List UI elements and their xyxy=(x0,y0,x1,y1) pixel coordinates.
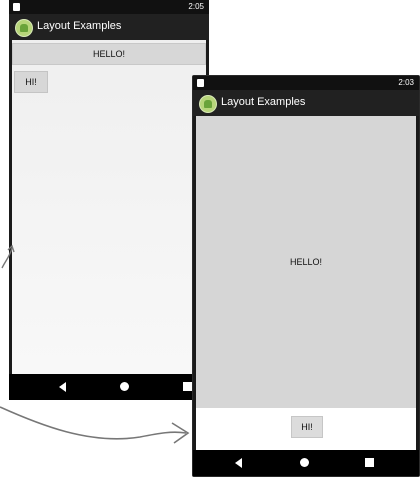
android-logo-icon xyxy=(15,19,33,37)
app-bar: Layout Examples xyxy=(193,90,419,116)
back-icon[interactable] xyxy=(59,382,66,392)
layout-content: HELLO! HI! xyxy=(196,116,416,450)
recent-apps-icon[interactable] xyxy=(183,382,192,391)
android-logo-icon xyxy=(199,95,217,113)
home-icon[interactable] xyxy=(120,382,129,391)
status-time: 2:03 xyxy=(398,78,414,87)
sim-icon xyxy=(13,3,20,11)
hi-button[interactable]: HI! xyxy=(14,71,48,93)
app-title: Layout Examples xyxy=(221,96,306,108)
status-bar: 2:05 xyxy=(9,0,209,14)
phone-screen-after: 2:03 Layout Examples HELLO! HI! xyxy=(192,75,420,477)
status-time: 2:05 xyxy=(188,2,204,11)
hi-button[interactable]: HI! xyxy=(291,416,323,438)
status-bar: 2:03 xyxy=(193,76,419,90)
back-icon[interactable] xyxy=(235,458,242,468)
home-icon[interactable] xyxy=(300,458,309,467)
sim-icon xyxy=(197,79,204,87)
layout-content: HELLO! HI! xyxy=(12,40,206,374)
app-bar: Layout Examples xyxy=(9,14,209,40)
curved-arrow-icon xyxy=(1,244,15,269)
navigation-bar xyxy=(193,450,419,476)
recent-apps-icon[interactable] xyxy=(365,458,374,467)
phone-screen-before: 2:05 Layout Examples HELLO! HI! xyxy=(9,0,209,400)
curved-arrow-icon xyxy=(0,406,190,444)
app-title: Layout Examples xyxy=(37,20,122,32)
hello-button[interactable]: HELLO! xyxy=(12,43,206,65)
hello-button[interactable]: HELLO! xyxy=(196,116,416,408)
